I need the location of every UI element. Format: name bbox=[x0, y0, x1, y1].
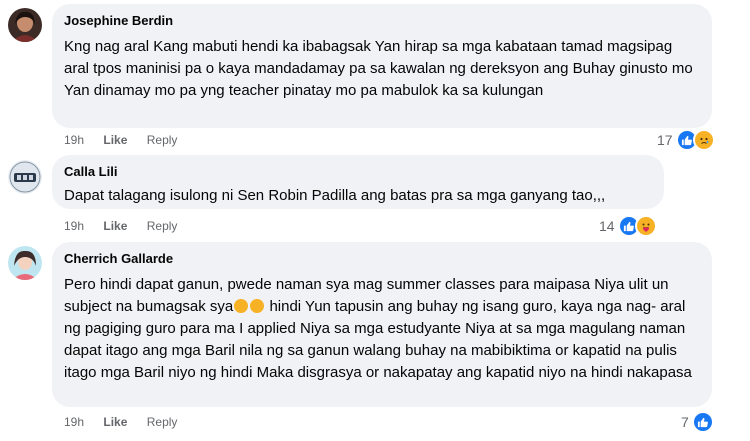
avatar[interactable] bbox=[8, 160, 42, 194]
like-icon bbox=[691, 411, 714, 433]
comment-time[interactable]: 19h bbox=[64, 219, 84, 233]
care-icon bbox=[634, 215, 657, 237]
reaction-count: 17 bbox=[657, 132, 673, 148]
reply-button[interactable]: Reply bbox=[147, 219, 178, 233]
reaction-summary[interactable]: 17 bbox=[657, 129, 715, 151]
reaction-summary[interactable]: 7 bbox=[681, 411, 714, 433]
comment-bubble: Josephine Berdin Kng nag aral Kang mabut… bbox=[52, 4, 712, 128]
like-button[interactable]: Like bbox=[103, 219, 127, 233]
reaction-summary[interactable]: 14 bbox=[599, 215, 657, 237]
comment-author[interactable]: Calla Lili bbox=[64, 163, 652, 181]
like-button[interactable]: Like bbox=[103, 133, 127, 147]
comment-time[interactable]: 19h bbox=[64, 133, 84, 147]
pensive-face-emoji bbox=[250, 299, 265, 313]
comment-text: Pero hindi dapat ganun, pwede naman sya … bbox=[64, 274, 702, 384]
like-button[interactable]: Like bbox=[103, 415, 127, 429]
comment-actions: 19h Like Reply bbox=[64, 132, 193, 148]
comment-text: Kng nag aral Kang mabuti hendi ka ibabag… bbox=[64, 38, 693, 99]
sad-icon bbox=[692, 129, 715, 151]
comment-time[interactable]: 19h bbox=[64, 415, 84, 429]
reaction-count: 7 bbox=[681, 414, 689, 430]
comment-actions: 19h Like Reply bbox=[64, 414, 193, 430]
comment-author[interactable]: Cherrich Gallarde bbox=[64, 250, 700, 268]
comment-bubble: Calla Lili Dapat talagang isulong ni Sen… bbox=[52, 155, 664, 209]
comment-bubble: Cherrich Gallarde Pero hindi dapat ganun… bbox=[52, 242, 712, 407]
reaction-count: 14 bbox=[599, 218, 615, 234]
reply-button[interactable]: Reply bbox=[147, 415, 178, 429]
comment-actions: 19h Like Reply bbox=[64, 218, 193, 234]
avatar[interactable] bbox=[8, 8, 42, 42]
pensive-face-emoji bbox=[234, 299, 249, 313]
comment-text: Dapat talagang isulong ni Sen Robin Padi… bbox=[64, 187, 606, 204]
reply-button[interactable]: Reply bbox=[147, 133, 178, 147]
comment-author[interactable]: Josephine Berdin bbox=[64, 12, 700, 30]
avatar[interactable] bbox=[8, 246, 42, 280]
